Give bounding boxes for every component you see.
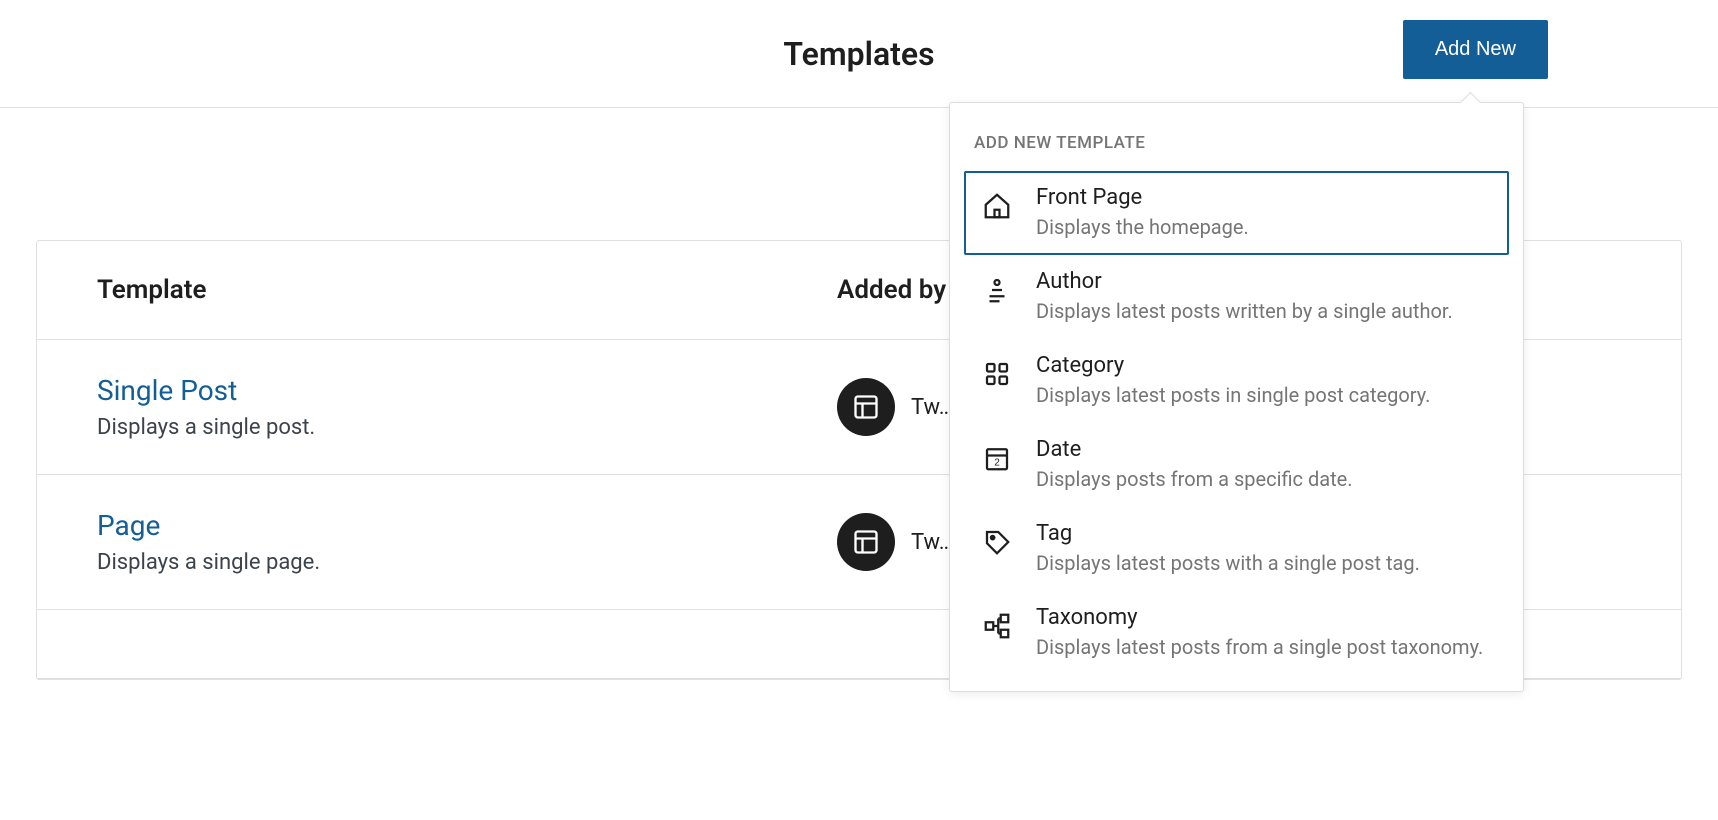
dropdown-item-label: Tag: [1036, 521, 1493, 546]
category-icon: [980, 357, 1014, 391]
home-icon: [980, 189, 1014, 223]
author-icon: [980, 273, 1014, 307]
dropdown-item-label: Date: [1036, 437, 1493, 462]
dropdown-item-label: Taxonomy: [1036, 605, 1493, 630]
dropdown-item-category[interactable]: Category Displays latest posts in single…: [964, 339, 1509, 423]
dropdown-item-taxonomy[interactable]: Taxonomy Displays latest posts from a si…: [964, 591, 1509, 675]
dropdown-item-desc: Displays latest posts with a single post…: [1036, 550, 1493, 577]
template-desc: Displays a single post.: [97, 415, 837, 440]
dropdown-item-front-page[interactable]: Front Page Displays the homepage.: [964, 171, 1509, 255]
dropdown-item-desc: Displays latest posts from a single post…: [1036, 634, 1493, 661]
dropdown-item-date[interactable]: 2 Date Displays posts from a specific da…: [964, 423, 1509, 507]
hierarchy-icon: [980, 609, 1014, 643]
dropdown-item-author[interactable]: Author Displays latest posts written by …: [964, 255, 1509, 339]
dropdown-item-tag[interactable]: Tag Displays latest posts with a single …: [964, 507, 1509, 591]
dropdown-item-label: Category: [1036, 353, 1493, 378]
page-title: Templates: [783, 35, 934, 73]
add-new-button[interactable]: Add New: [1403, 20, 1548, 79]
add-new-dropdown: Add New Template Front Page Displays the…: [949, 102, 1524, 692]
dropdown-item-label: Author: [1036, 269, 1493, 294]
svg-text:2: 2: [994, 458, 1000, 469]
theme-name: Tw…: [911, 530, 953, 555]
theme-layout-icon: [837, 378, 895, 436]
column-header-addedby: Added by: [837, 275, 946, 305]
dropdown-item-desc: Displays latest posts written by a singl…: [1036, 298, 1493, 325]
dropdown-item-desc: Displays posts from a specific date.: [1036, 466, 1493, 493]
dropdown-item-desc: Displays latest posts in single post cat…: [1036, 382, 1493, 409]
dropdown-item-desc: Displays the homepage.: [1036, 214, 1493, 241]
column-header-template: Template: [97, 275, 837, 305]
theme-layout-icon: [837, 513, 895, 571]
dropdown-title: Add New Template: [964, 119, 1509, 171]
template-link-page[interactable]: Page: [97, 509, 837, 542]
tag-icon: [980, 525, 1014, 559]
calendar-icon: 2: [980, 441, 1014, 475]
dropdown-item-label: Front Page: [1036, 185, 1493, 210]
template-desc: Displays a single page.: [97, 550, 837, 575]
template-link-single-post[interactable]: Single Post: [97, 374, 837, 407]
header: Templates Add New: [0, 0, 1718, 108]
theme-name: Tw…: [911, 395, 953, 420]
